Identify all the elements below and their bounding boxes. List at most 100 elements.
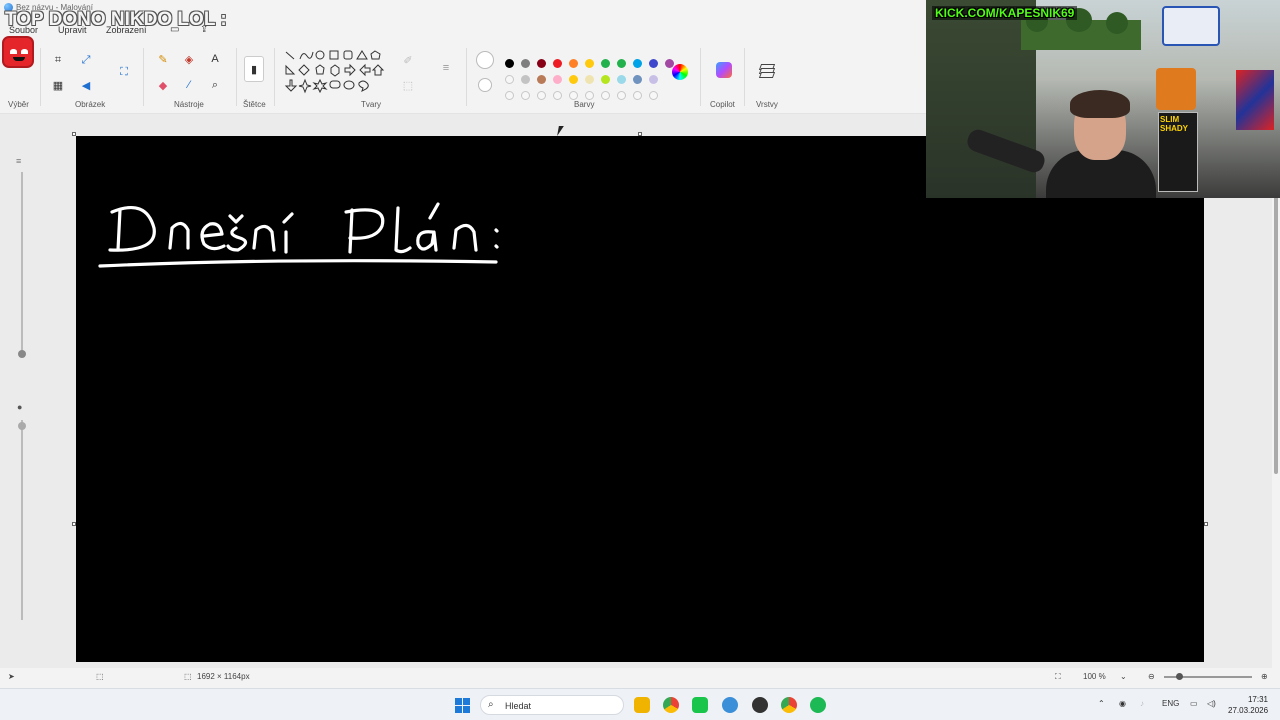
ribbon-divider <box>143 48 144 106</box>
obs-icon[interactable] <box>752 697 768 713</box>
color-swatch[interactable] <box>585 91 594 100</box>
canvas-resize-handle[interactable] <box>72 132 76 136</box>
group-label-colors: Barvy <box>574 100 595 109</box>
color-swatch[interactable] <box>585 75 594 84</box>
color-swatch[interactable] <box>633 59 642 68</box>
color-swatch[interactable] <box>553 75 562 84</box>
basketball-hoop <box>1162 6 1220 46</box>
color-swatch[interactable] <box>553 59 562 68</box>
group-label-image: Obrázek <box>75 100 106 109</box>
streamer-hair <box>1070 90 1130 118</box>
color-swatch[interactable] <box>569 75 578 84</box>
group-label-shapes: Tvary <box>361 100 381 109</box>
opacity-icon: ● <box>17 402 23 412</box>
browser-icon[interactable] <box>722 697 738 713</box>
color-swatch[interactable] <box>537 75 546 84</box>
kick-channel-banner: KICK.COM/KAPESNIK69 <box>932 6 1078 20</box>
poster <box>1236 70 1274 130</box>
chevron-up-icon[interactable]: ⌃ <box>1098 699 1105 708</box>
color-swatch[interactable] <box>585 59 594 68</box>
color-swatch[interactable] <box>633 75 642 84</box>
shapes-gallery[interactable] <box>283 50 388 98</box>
color-swatch[interactable] <box>569 91 578 100</box>
color-swatch[interactable] <box>633 91 642 100</box>
color-swatch[interactable] <box>617 75 626 84</box>
search-icon: ⌕ <box>488 699 494 710</box>
taskbar-search[interactable]: ⌕ Hledat <box>480 695 624 715</box>
color-swatch[interactable] <box>649 91 658 100</box>
security-icon[interactable]: ◉ <box>1119 699 1126 708</box>
jersey <box>1156 68 1196 110</box>
zoom-level[interactable]: 100 % <box>1083 672 1106 681</box>
selection-size-icon: ⬚ <box>96 672 104 681</box>
layers-icon[interactable] <box>758 64 776 78</box>
color-swatch[interactable] <box>617 59 626 68</box>
color-swatch[interactable] <box>505 59 514 68</box>
color-swatch[interactable] <box>521 91 530 100</box>
zoom-out-icon[interactable]: ⊖ <box>1148 672 1155 681</box>
ribbon-divider <box>744 48 745 106</box>
text-tool-icon[interactable]: A <box>207 51 223 67</box>
color-swatch[interactable] <box>617 91 626 100</box>
devil-mascot-logo <box>2 36 34 68</box>
canvas-resize-handle[interactable] <box>1204 522 1208 526</box>
chrome-icon[interactable] <box>663 697 679 713</box>
spotify-icon[interactable] <box>810 697 826 713</box>
drawing-canvas[interactable] <box>76 136 1204 662</box>
color-swatch[interactable] <box>569 59 578 68</box>
group-label-selection: Výběr <box>8 100 29 109</box>
shape-fill-icon[interactable]: ⬚ <box>400 77 416 93</box>
color-swatch[interactable] <box>649 59 658 68</box>
color-swatch[interactable] <box>505 91 514 100</box>
canvas-resize-handle[interactable] <box>638 132 642 136</box>
background-removal-icon[interactable]: ⛶ <box>116 64 132 80</box>
color-swatch[interactable] <box>601 59 610 68</box>
zoom-slider-thumb[interactable] <box>1176 673 1183 680</box>
volume-icon[interactable]: ◁) <box>1207 699 1216 708</box>
ribbon-divider <box>236 48 237 106</box>
resize-icon[interactable]: ⤢ <box>78 52 94 68</box>
brush-size-slider[interactable]: ≡ ● <box>12 150 34 630</box>
fit-to-window-icon[interactable]: ⛶ <box>1055 672 1061 682</box>
taskbar: ⌕ Hledat ⌃ ◉ ♪ ENG ▭ ◁) 17:31 27.03.2026 <box>0 688 1280 720</box>
rotate-icon[interactable]: ◀ <box>78 77 94 93</box>
color-swatch[interactable] <box>521 75 530 84</box>
image-select-icon[interactable]: ▦ <box>50 77 66 93</box>
ribbon-divider <box>700 48 701 106</box>
color-swatch[interactable] <box>537 59 546 68</box>
webcam-overlay: SLIM SHADY KICK.COM/KAPESNIK69 <box>926 0 1280 198</box>
color-picker-icon[interactable]: ⁄ <box>181 77 197 93</box>
chevron-down-icon[interactable]: ⌄ <box>1120 672 1127 681</box>
kick-app-icon[interactable] <box>692 697 708 713</box>
color-swatch[interactable] <box>537 91 546 100</box>
crop-icon[interactable]: ⌗ <box>50 52 66 68</box>
file-explorer-icon[interactable] <box>634 697 650 713</box>
microphone-icon[interactable]: ♪ <box>1140 699 1144 708</box>
color-swatch[interactable] <box>553 91 562 100</box>
color-swatch[interactable] <box>601 75 610 84</box>
color-swatch[interactable] <box>649 75 658 84</box>
start-button[interactable] <box>455 698 470 713</box>
ribbon-divider <box>40 48 41 106</box>
fill-bucket-icon[interactable]: ◈ <box>181 51 197 67</box>
brush-icon[interactable]: ▮ <box>244 56 264 82</box>
network-icon[interactable]: ▭ <box>1190 699 1198 708</box>
color-swatch[interactable] <box>521 59 530 68</box>
color-swatch[interactable] <box>505 75 514 84</box>
pencil-icon[interactable]: ✎ <box>155 51 171 67</box>
canvas-resize-handle[interactable] <box>72 522 76 526</box>
copilot-icon[interactable] <box>716 62 732 78</box>
color-swatch[interactable] <box>601 91 610 100</box>
ribbon-divider <box>466 48 467 106</box>
language-indicator[interactable]: ENG <box>1162 699 1179 708</box>
primary-color-swatch[interactable] <box>476 51 494 69</box>
eraser-icon[interactable]: ◆ <box>155 77 171 93</box>
chrome-profile-icon[interactable] <box>781 697 797 713</box>
system-clock[interactable]: 17:31 27.03.2026 <box>1228 694 1268 716</box>
outline-icon[interactable]: ✐ <box>400 52 416 68</box>
secondary-color-swatch[interactable] <box>478 78 492 92</box>
stroke-size-icon[interactable]: ≡ <box>438 60 454 76</box>
magnifier-icon[interactable]: ⌕ <box>207 77 223 93</box>
zoom-in-icon[interactable]: ⊕ <box>1261 672 1268 681</box>
edit-colors-icon[interactable] <box>672 64 688 80</box>
